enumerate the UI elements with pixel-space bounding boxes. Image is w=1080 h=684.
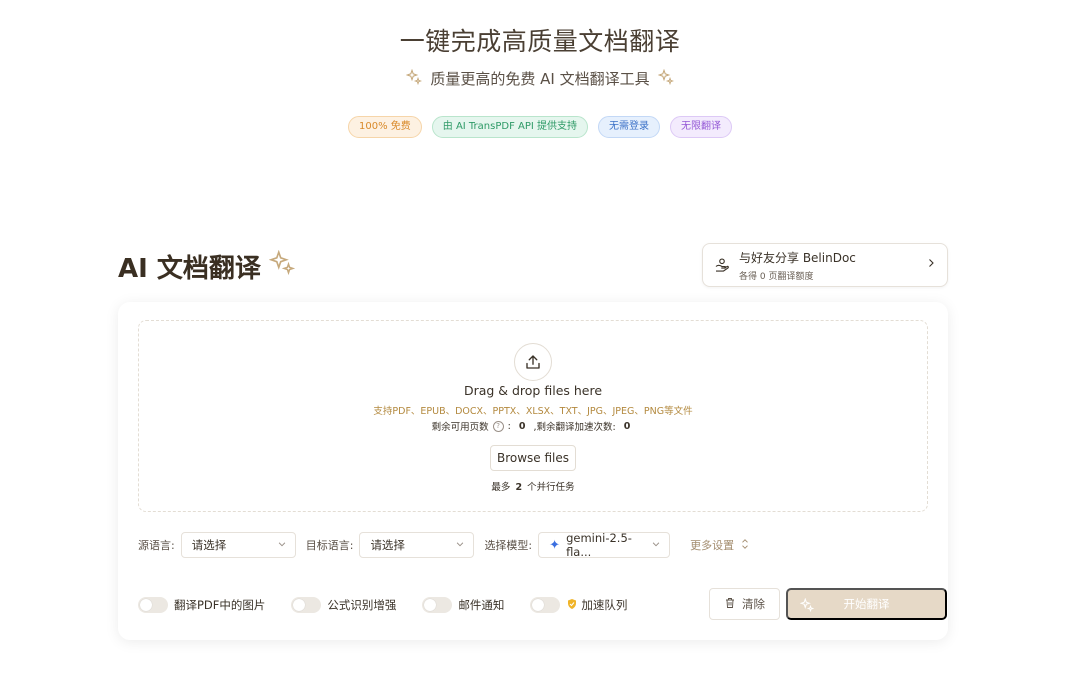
help-icon[interactable]: ? — [492, 420, 504, 432]
dropzone-title: Drag & drop files here — [463, 383, 603, 398]
parallel-tasks: 最多 2 个并行任务 — [139, 479, 927, 493]
badge-free: 100% 免费 — [347, 116, 422, 138]
section-title: AI 文档翻译 — [118, 248, 296, 285]
translate-card: Drag & drop files here 支持PDF、EPUB、DOCX、P… — [118, 302, 948, 640]
badge-no-login: 无需登录 — [598, 116, 660, 138]
gemini-icon: ✦ — [549, 537, 561, 553]
target-language-value: 请选择 — [370, 538, 405, 552]
accel-value: 0 — [623, 420, 631, 432]
share-card[interactable]: 与好友分享 BelinDoc 各得 0 页翻译额度 — [702, 243, 948, 287]
page-subtitle: 质量更高的免费 AI 文档翻译工具 — [0, 68, 1080, 89]
pages-label: 剩余可用页数 — [431, 422, 489, 433]
badge-api: 由 AI TransPDF API 提供支持 — [431, 116, 588, 138]
toggle-switch[interactable] — [291, 597, 322, 613]
start-translate-label: 开始翻译 — [843, 599, 890, 611]
accel-label: ,剩余翻译加速次数: — [533, 422, 616, 433]
start-translate-button[interactable]: 开始翻译 — [786, 588, 947, 620]
model-label: 选择模型: — [484, 539, 533, 552]
model-value: gemini-2.5-fla... — [566, 531, 632, 559]
section-title-text: AI 文档翻译 — [118, 254, 261, 284]
share-subtitle: 各得 0 页翻译额度 — [739, 271, 814, 282]
source-language-label: 源语言: — [138, 539, 175, 552]
chevron-down-icon — [455, 539, 465, 552]
quota-info: 剩余可用页数 ? : 0 ,剩余翻译加速次数: 0 — [139, 419, 927, 433]
option-email-notify[interactable]: 邮件通知 — [422, 597, 504, 613]
sparkle-icon — [799, 597, 815, 615]
gift-hand-icon — [713, 256, 731, 274]
file-dropzone[interactable]: Drag & drop files here 支持PDF、EPUB、DOCX、P… — [138, 320, 928, 512]
chevron-updown-icon — [740, 538, 750, 553]
pages-separator: : — [507, 420, 511, 432]
share-title: 与好友分享 BelinDoc — [739, 250, 856, 265]
feature-badges: 100% 免费 由 AI TransPDF API 提供支持 无需登录 无限翻译 — [0, 116, 1080, 138]
option-speed-queue[interactable]: 加速队列 — [530, 597, 627, 613]
option-label: 公式识别增强 — [327, 598, 397, 612]
option-translate-images[interactable]: 翻译PDF中的图片 — [138, 597, 265, 613]
sparkle-icon — [406, 68, 423, 89]
option-label: 加速队列 — [581, 598, 628, 612]
sparkle-icon — [268, 249, 296, 283]
chevron-down-icon — [277, 539, 287, 552]
shield-icon — [566, 598, 578, 613]
more-settings-button[interactable]: 更多设置 — [690, 537, 750, 553]
source-language-select[interactable]: 请选择 — [180, 532, 296, 558]
browse-files-button[interactable]: Browse files — [490, 445, 576, 471]
page-title: 一键完成高质量文档翻译 — [399, 27, 681, 56]
toggle-switch[interactable] — [530, 597, 561, 613]
more-settings-label: 更多设置 — [690, 539, 735, 552]
target-language-label: 目标语言: — [305, 539, 354, 552]
option-label: 翻译PDF中的图片 — [174, 598, 266, 612]
upload-icon — [514, 343, 552, 381]
supported-formats: 支持PDF、EPUB、DOCX、PPTX、XLSX、TXT、JPG、JPEG、P… — [373, 406, 693, 417]
badge-unlimited: 无限翻译 — [670, 116, 732, 138]
toggle-switch[interactable] — [138, 597, 168, 613]
model-select[interactable]: ✦ gemini-2.5-fla... — [538, 531, 671, 559]
option-formula-enhance[interactable]: 公式识别增强 — [291, 597, 396, 613]
trash-icon — [724, 597, 736, 612]
parallel-suffix: 个并行任务 — [527, 482, 575, 493]
subtitle-text: 质量更高的免费 AI 文档翻译工具 — [430, 70, 650, 88]
parallel-value: 2 — [515, 482, 523, 493]
source-language-value: 请选择 — [191, 538, 227, 552]
chevron-down-icon — [651, 539, 661, 552]
options-row: 翻译PDF中的图片 公式识别增强 邮件通知 加速队列 清除 开始翻译 — [138, 588, 947, 622]
chevron-right-icon — [925, 257, 937, 273]
clear-button[interactable]: 清除 — [709, 588, 780, 620]
target-language-select[interactable]: 请选择 — [359, 532, 475, 558]
parallel-prefix: 最多 — [491, 482, 511, 493]
sparkle-icon — [657, 68, 674, 89]
clear-label: 清除 — [742, 599, 765, 611]
language-row: 源语言: 请选择 目标语言: 请选择 选择模型: ✦ gemini-2.5-fl… — [138, 531, 928, 559]
pages-value: 0 — [518, 420, 526, 432]
toggle-switch[interactable] — [422, 597, 453, 613]
option-label: 邮件通知 — [458, 598, 505, 612]
